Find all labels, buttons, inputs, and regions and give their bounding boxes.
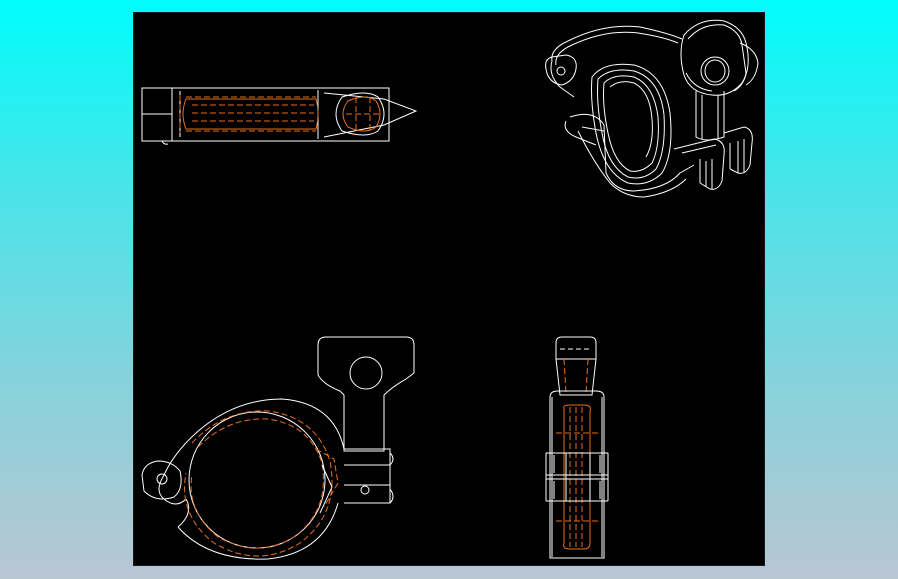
- side-view[interactable]: [545, 336, 609, 559]
- cad-viewport[interactable]: [134, 13, 764, 565]
- drawing-canvas: [141, 19, 759, 560]
- top-view[interactable]: [141, 87, 418, 145]
- front-view[interactable]: [141, 336, 415, 560]
- isometric-view[interactable]: [545, 19, 759, 198]
